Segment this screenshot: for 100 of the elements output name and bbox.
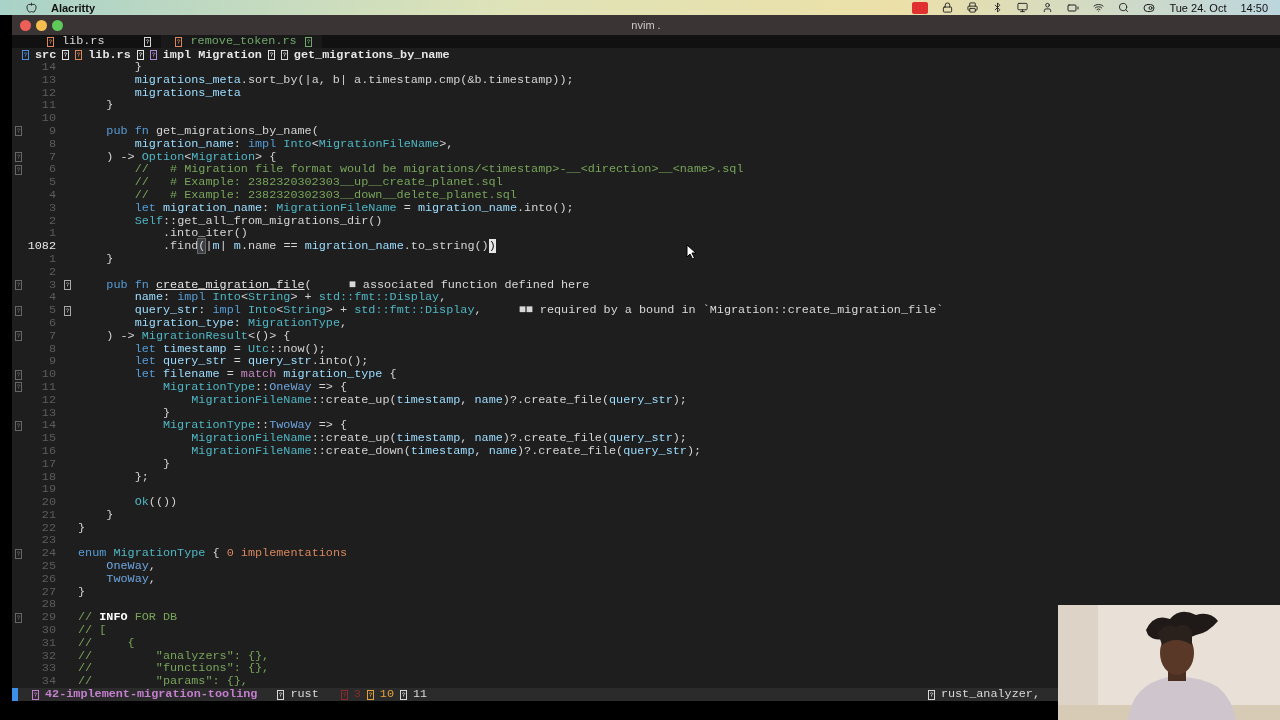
code-line: }	[106, 99, 114, 113]
missing-glyph-icon	[277, 689, 285, 700]
code-line: OneWay,	[106, 560, 156, 573]
diagnostic-text: ■■ required by a bound in `Migration::create_migration_file`	[518, 304, 944, 317]
code-line: Self::get_all_from_migrations_dir()	[134, 214, 383, 228]
line-number: 17	[40, 457, 56, 471]
line-number: 3	[47, 201, 56, 215]
code-line: name: impl Into<String> + std::fmt::Display,	[134, 291, 447, 305]
code-line: }	[162, 406, 171, 420]
breadcrumb[interactable]: src	[35, 47, 57, 62]
code-line: // "analyzers": {},	[78, 649, 270, 663]
code-line: // # Example: 2382320302303__down__delete_planet.sql	[134, 188, 517, 202]
line-number: 8	[47, 137, 56, 151]
code-line: // # Example: 2382320302303__up__create_planet.sql	[134, 176, 503, 189]
breadcrumb[interactable]: impl Migration	[162, 47, 262, 62]
code-line: // # Migration file format would be migrations/<timestamp>-__<direction>__<name>.sql	[134, 163, 744, 177]
code-line: let timestamp = Utc::now();	[134, 342, 326, 356]
wifi-icon[interactable]	[1093, 2, 1105, 13]
file-type: rust	[290, 688, 319, 702]
code-line: // [	[78, 624, 107, 637]
breadcrumb[interactable]: lib.rs	[88, 47, 131, 62]
code-line: ) -> MigrationResult<()> {	[106, 329, 291, 343]
line-number: 18	[40, 470, 56, 484]
line-number: 19	[40, 483, 56, 497]
line-number: 11	[40, 380, 56, 394]
code-line: }	[78, 585, 86, 599]
line-number: 2	[47, 214, 56, 228]
printer-icon[interactable]	[967, 2, 979, 13]
code-line: }	[134, 61, 142, 74]
line-number: 29	[40, 611, 56, 625]
missing-glyph-icon	[927, 689, 935, 700]
line-number: 10	[40, 368, 56, 381]
missing-glyph-icon	[47, 36, 54, 47]
line-number: 14	[40, 61, 56, 74]
code-line: migrations_meta	[134, 86, 241, 100]
breadcrumb[interactable]: get_migrations_by_name	[293, 47, 450, 62]
apple-icon[interactable]	[26, 2, 37, 13]
line-number: 25	[40, 560, 56, 573]
window-title: nvim .	[631, 19, 661, 31]
line-number: 7	[47, 150, 56, 164]
zoom-button[interactable]	[52, 19, 63, 31]
line-number: 10	[40, 112, 56, 125]
line-number: 27	[40, 585, 56, 599]
line-number: 11	[40, 99, 56, 113]
git-branch: 42-implement-migration-tooling	[45, 688, 258, 702]
language-server: rust_analyzer,	[940, 688, 1040, 702]
app-icon[interactable]	[912, 1, 929, 14]
code-line: pub fn get_migrations_by_name(	[106, 125, 319, 138]
line-number: 12	[40, 393, 56, 407]
line-number: 12	[40, 86, 56, 100]
tab[interactable]: remove_token.rs	[161, 35, 322, 48]
line-number: 23	[40, 534, 56, 548]
line-number: 9	[47, 355, 56, 369]
line-number: 13	[40, 406, 56, 420]
line-number: 2	[47, 265, 56, 279]
code-line: MigrationFileName::create_down(timestamp, name)?.create_file(query_str);	[191, 444, 702, 458]
line-number: 33	[40, 662, 56, 676]
app-name[interactable]: Alacritty	[51, 1, 96, 14]
code-line: let migration_name: MigrationFileName = migration_name.into();	[134, 201, 574, 215]
code-line: TwoWay,	[106, 572, 156, 586]
missing-glyph-icon	[304, 36, 312, 47]
lock-icon[interactable]	[942, 2, 954, 13]
menu-date[interactable]: Tue 24. Oct	[1169, 1, 1227, 14]
line-number: 4	[47, 291, 56, 305]
code-line: .find(|m| m.name == migration_name.to_string())	[162, 240, 496, 253]
monitor-icon[interactable]	[1017, 2, 1029, 13]
line-number: 32	[40, 649, 56, 663]
battery-icon[interactable]	[1067, 1, 1080, 14]
user-icon[interactable]	[1042, 2, 1054, 13]
line-number: 20	[40, 496, 56, 509]
diagnostic-count: 3	[353, 688, 361, 702]
line-number: 24	[40, 547, 56, 561]
line-number: 22	[40, 521, 56, 535]
line-number: 9	[47, 125, 56, 138]
missing-glyph-icon	[175, 36, 183, 47]
code-line: query_str: impl Into<String> + std::fmt::Display,	[134, 304, 482, 317]
menu-time[interactable]: 14:50	[1240, 1, 1268, 14]
diagnostic-count: 10	[379, 688, 394, 702]
line-number: 31	[40, 636, 56, 650]
close-button[interactable]	[20, 19, 31, 31]
mode-indicator	[12, 688, 18, 702]
line-number: 8	[47, 342, 56, 356]
code-line: Ok(())	[134, 496, 178, 509]
diagnostic-text: ■ associated function defined here	[348, 278, 590, 292]
code-line: migration_name: impl Into<MigrationFileName>,	[134, 137, 454, 151]
code-line: // INFO FOR DB	[78, 611, 178, 625]
line-number: 28	[40, 598, 56, 612]
control-center-icon[interactable]	[1143, 1, 1156, 14]
code-line: .into_iter()	[162, 227, 248, 241]
code-line: ) -> Option<Migration> {	[106, 150, 277, 164]
code-line: }	[106, 252, 114, 266]
code-line: }	[78, 521, 86, 535]
minimize-button[interactable]	[36, 19, 47, 31]
line-number: 34	[40, 675, 56, 689]
code-line: migrations_meta.sort_by(|a, b| a.timestamp.cmp(&b.timestamp));	[134, 73, 574, 87]
code-line: pub fn create_migration_file(	[106, 278, 312, 292]
line-number: 7	[47, 329, 56, 343]
diagnostic-count: 11	[413, 688, 428, 702]
search-icon[interactable]	[1118, 2, 1130, 13]
line-number: 5	[47, 176, 56, 189]
